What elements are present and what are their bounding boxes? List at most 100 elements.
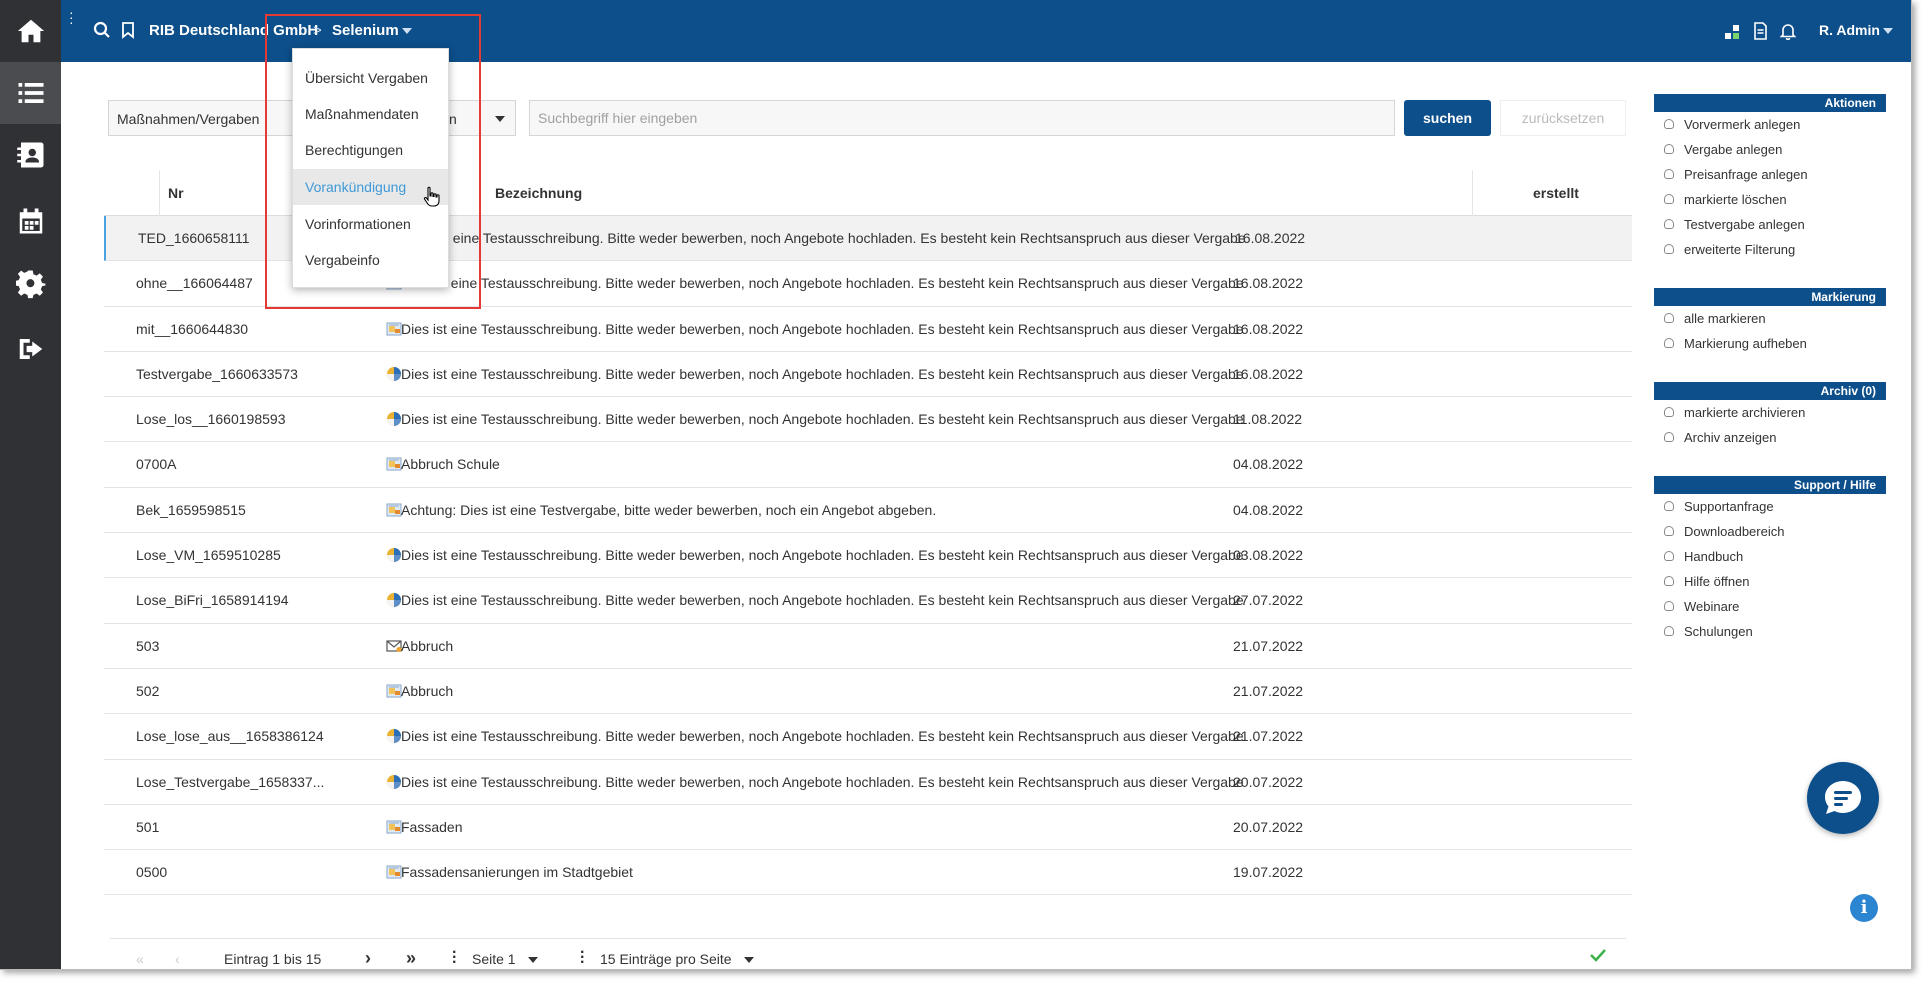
bullet-icon: [1664, 219, 1674, 229]
cell-erstellt: 16.08.2022: [1233, 275, 1304, 292]
table-row[interactable]: Testvergabe_1660633573 Dies ist eine Test…: [104, 352, 1632, 398]
cell-erstellt: 21.07.2022: [1233, 682, 1304, 699]
sidebar-action[interactable]: Markierung aufheben: [1654, 331, 1886, 356]
bullet-icon: [1664, 169, 1674, 179]
sidebar-action[interactable]: Handbuch: [1654, 544, 1886, 569]
cell-bezeichnung: Fassadensanierungen im Stadtgebiet: [401, 864, 633, 881]
sidebar-action[interactable]: erweiterte Filterung: [1654, 237, 1886, 262]
sidebar-action-label: Downloadbereich: [1684, 524, 1785, 539]
sidebar-action[interactable]: Hilfe öffnen: [1654, 569, 1886, 594]
chevron-down-icon: [743, 957, 754, 964]
sidebar-action[interactable]: markierte archivieren: [1654, 400, 1886, 425]
last-page-icon[interactable]: »: [406, 948, 416, 969]
column-header-erstellt[interactable]: erstellt: [1533, 185, 1579, 201]
more-vertical-icon[interactable]: · · ·: [69, 5, 75, 29]
search-button[interactable]: suchen: [1404, 100, 1491, 136]
user-menu[interactable]: R. Admin: [1819, 22, 1893, 38]
contacts-icon[interactable]: [0, 124, 61, 186]
sidebar-action[interactable]: Vorvermerk anlegen: [1654, 112, 1886, 137]
sidebar-section-title: Aktionen: [1654, 94, 1886, 112]
table-row[interactable]: mit__1660644830 Dies ist eine Testausschr…: [104, 307, 1632, 352]
sidebar-action-label: markierte archivieren: [1684, 405, 1806, 420]
bell-icon[interactable]: [1779, 22, 1797, 41]
next-page-icon[interactable]: ›: [365, 948, 371, 969]
search-icon[interactable]: [93, 21, 111, 39]
info-icon[interactable]: i: [1850, 894, 1878, 922]
chat-button[interactable]: [1807, 762, 1879, 834]
sidebar-action[interactable]: Vergabe anlegen: [1654, 137, 1886, 162]
dropdown-item[interactable]: Berechtigungen: [293, 132, 448, 168]
dropdown-item[interactable]: Vergabeinfo: [293, 242, 448, 278]
bullet-icon: [1664, 526, 1674, 536]
pie-icon: [386, 547, 402, 563]
bullet-icon: [1664, 601, 1674, 611]
more-vertical-icon: · · ·: [580, 944, 586, 970]
folder-icon: [386, 456, 402, 472]
cell-bezeichnung: Dies ist eine Testausschreibung. Bitte w…: [401, 365, 1244, 382]
logout-icon[interactable]: [0, 318, 61, 380]
reset-button[interactable]: zurücksetzen: [1500, 100, 1626, 136]
cell-bezeichnung: Abbruch: [401, 637, 454, 654]
home-icon[interactable]: [0, 0, 61, 62]
first-page-icon[interactable]: «: [136, 951, 144, 967]
bookmark-icon[interactable]: [119, 21, 137, 39]
cell-bezeichnung: Achtung: Dies ist eine Testvergabe, bitt…: [401, 501, 937, 518]
sidebar-action-label: Testvergabe anlegen: [1684, 217, 1805, 232]
sidebar-action[interactable]: Downloadbereich: [1654, 519, 1886, 544]
sidebar-action[interactable]: Webinare: [1654, 594, 1886, 619]
pie-icon: [386, 728, 402, 744]
sidebar-action-label: Preisanfrage anlegen: [1684, 167, 1808, 182]
filter-select-value: Maßnahmen/Vergaben: [117, 111, 260, 127]
checkmark-icon: [1588, 945, 1608, 965]
filter-select-value-tail: n: [449, 111, 457, 127]
sidebar-action[interactable]: alle markieren: [1654, 306, 1886, 331]
breadcrumb-context[interactable]: Selenium: [332, 22, 412, 39]
dropdown-item[interactable]: Übersicht Vergaben: [293, 60, 448, 96]
cell-bezeichnung: Dies ist eine Testausschreibung. Bitte w…: [401, 547, 1244, 564]
cell-nr: TED_1660658111: [138, 230, 250, 246]
per-page-select[interactable]: 15 Einträge pro Seite: [600, 951, 754, 967]
table-row[interactable]: 503 Abbruch 21.07.2022: [104, 624, 1632, 669]
calendar-icon[interactable]: [0, 190, 61, 252]
folder-icon: [386, 683, 402, 699]
table-row[interactable]: 502 Abbruch 21.07.2022: [104, 669, 1632, 715]
sidebar-action[interactable]: Testvergabe anlegen: [1654, 212, 1886, 237]
table-row[interactable]: 0500 Fassadensanierungen im Stadtgebiet 19…: [104, 850, 1632, 896]
table-row[interactable]: Lose_lose_aus__1658386124 Dies ist eine T…: [104, 714, 1632, 760]
table-row[interactable]: 501 Fassaden 20.07.2022: [104, 805, 1632, 851]
table-row[interactable]: Lose_BiFri_1658914194 Dies ist eine Testa…: [104, 578, 1632, 624]
folder-icon: [386, 864, 402, 880]
prev-page-icon[interactable]: ‹: [175, 951, 180, 967]
sidebar-action[interactable]: Schulungen: [1654, 619, 1886, 644]
cell-erstellt: 19.07.2022: [1233, 864, 1304, 881]
dropdown-item[interactable]: Maßnahmendaten: [293, 96, 448, 132]
table-row[interactable]: Lose_VM_1659510285 Dies ist eine Testauss…: [104, 533, 1632, 579]
page-select[interactable]: Seite 1: [472, 951, 538, 967]
column-header-bezeichnung[interactable]: Bezeichnung: [495, 185, 582, 201]
sidebar-action[interactable]: Preisanfrage anlegen: [1654, 162, 1886, 187]
sidebar-action[interactable]: Archiv anzeigen: [1654, 425, 1886, 450]
table-row[interactable]: Lose_Testvergabe_1658337... Dies ist eine…: [104, 760, 1632, 805]
table-row[interactable]: 0700A Abbruch Schule 04.08.2022: [104, 442, 1632, 488]
sidebar-section: Support / Hilfe Supportanfrage Downloadber…: [1654, 476, 1886, 644]
sidebar-action-label: erweiterte Filterung: [1684, 242, 1796, 257]
breadcrumb-org[interactable]: RIB Deutschland GmbH: [149, 22, 318, 39]
bullet-icon: [1664, 194, 1674, 204]
document-icon[interactable]: [1751, 22, 1769, 40]
apps-icon[interactable]: [1724, 24, 1742, 42]
list-icon[interactable]: [0, 62, 61, 124]
dropdown-item[interactable]: Vorinformationen: [293, 206, 448, 242]
user-name: R. Admin: [1819, 22, 1880, 38]
table-row[interactable]: Bek_1659598515 Achtung: Dies ist eine Tes…: [104, 488, 1632, 534]
cell-erstellt: 16.08.2022: [1233, 365, 1304, 382]
cell-bezeichnung: Abbruch: [401, 682, 454, 699]
bullet-icon: [1664, 501, 1674, 511]
sidebar-action[interactable]: markierte löschen: [1654, 187, 1886, 212]
cell-nr: Lose_los__1660198593: [136, 411, 286, 428]
column-header-nr[interactable]: Nr: [168, 185, 184, 201]
search-input[interactable]: [529, 100, 1395, 136]
bullet-icon: [1664, 119, 1674, 129]
gear-icon[interactable]: [0, 254, 61, 316]
table-row[interactable]: Lose_los__1660198593 Dies ist eine Testau…: [104, 397, 1632, 443]
sidebar-action[interactable]: Supportanfrage: [1654, 494, 1886, 519]
